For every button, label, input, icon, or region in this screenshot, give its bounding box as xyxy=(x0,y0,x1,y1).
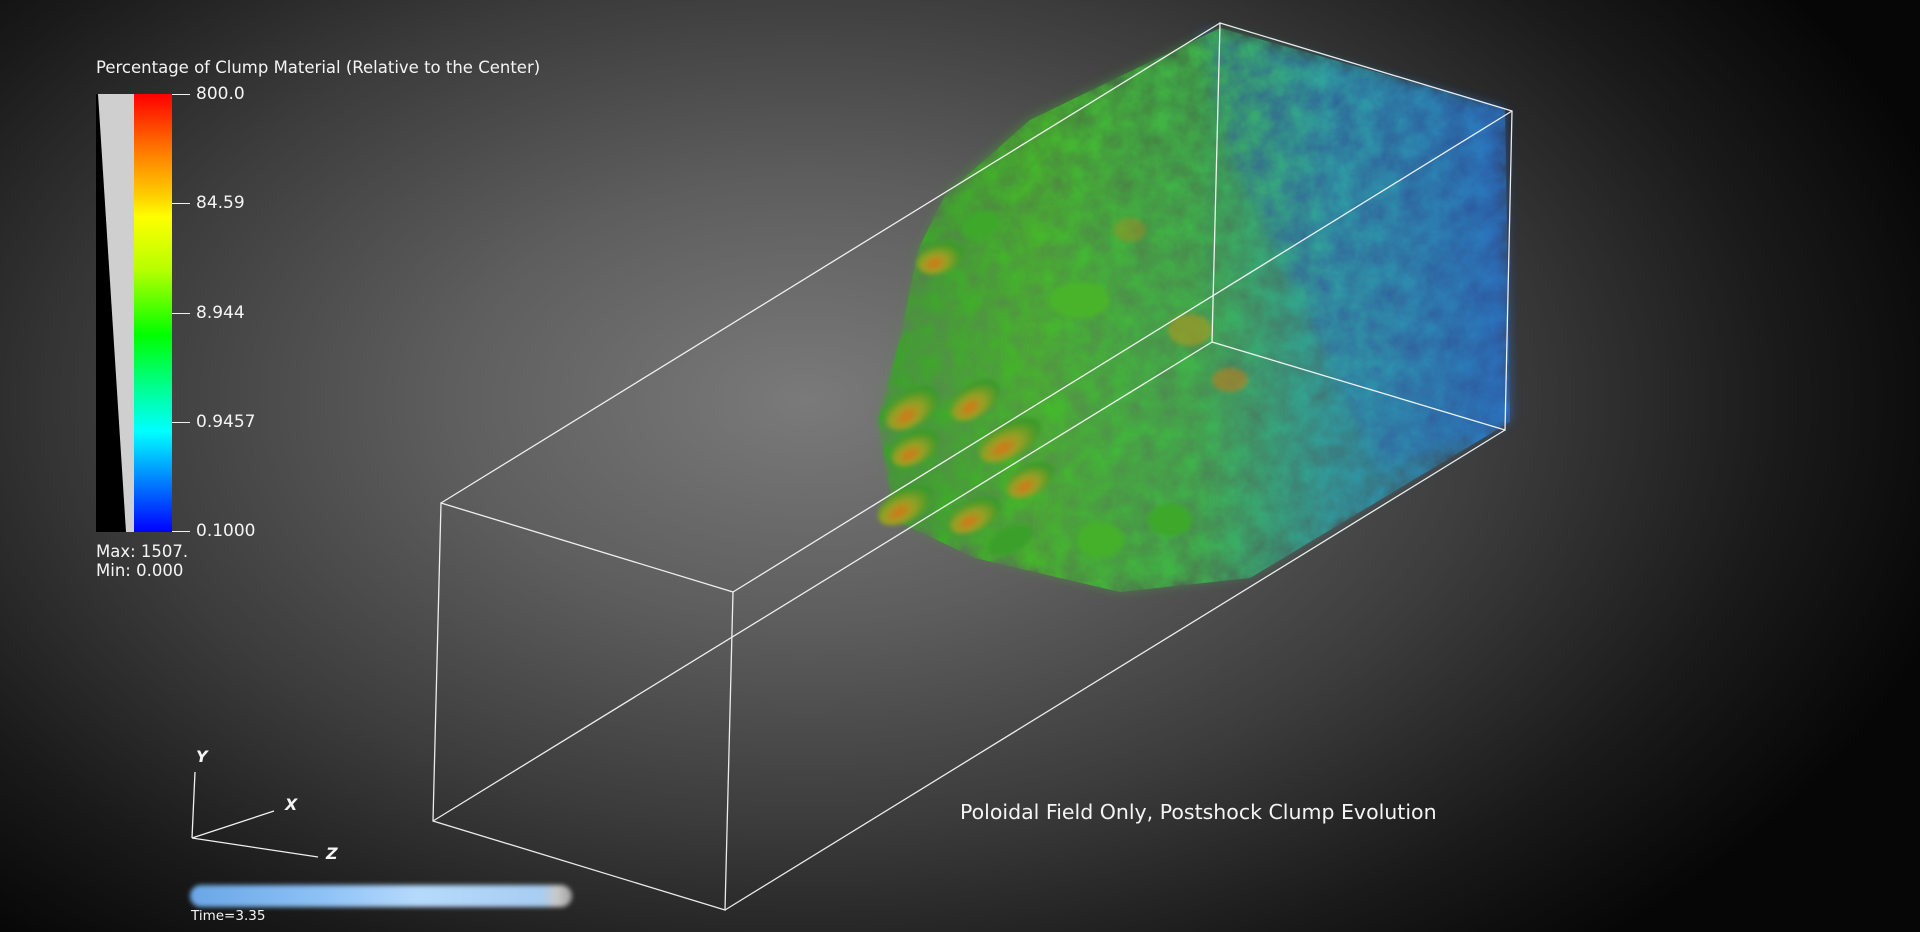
legend-tick xyxy=(172,531,190,532)
visualization-caption: Poloidal Field Only, Postshock Clump Evo… xyxy=(960,800,1437,824)
axis-x-line xyxy=(191,810,275,839)
legend-title: Percentage of Clump Material (Relative t… xyxy=(96,58,541,77)
legend-opacity-ramp xyxy=(96,94,134,532)
legend-tick-label: 0.9457 xyxy=(196,412,256,432)
orientation-axes xyxy=(191,771,319,858)
legend-tick-label: 8.944 xyxy=(196,303,245,323)
axis-z-label: Z xyxy=(326,844,338,863)
axis-y-line xyxy=(191,771,196,839)
axis-y-label: Y xyxy=(196,747,208,766)
legend-tick-label: 0.1000 xyxy=(196,521,256,541)
time-progress-bar xyxy=(190,885,572,907)
legend-tick xyxy=(172,203,190,204)
legend-tick-label: 800.0 xyxy=(196,84,245,104)
legend-colorbar xyxy=(134,94,172,532)
axis-z-line xyxy=(191,837,319,858)
time-label: Time=3.35 xyxy=(191,908,266,924)
legend-tick xyxy=(172,313,190,314)
legend-tick xyxy=(172,94,190,95)
legend-tick-label: 84.59 xyxy=(196,193,245,213)
axis-x-label: X xyxy=(285,795,298,814)
legend-tick xyxy=(172,422,190,423)
legend-min-value: Min: 0.000 xyxy=(96,561,184,580)
legend-max-value: Max: 1507. xyxy=(96,542,189,561)
visualization-viewport[interactable]: Y X Z Percentage of Clump Material (Rela… xyxy=(0,0,1920,932)
